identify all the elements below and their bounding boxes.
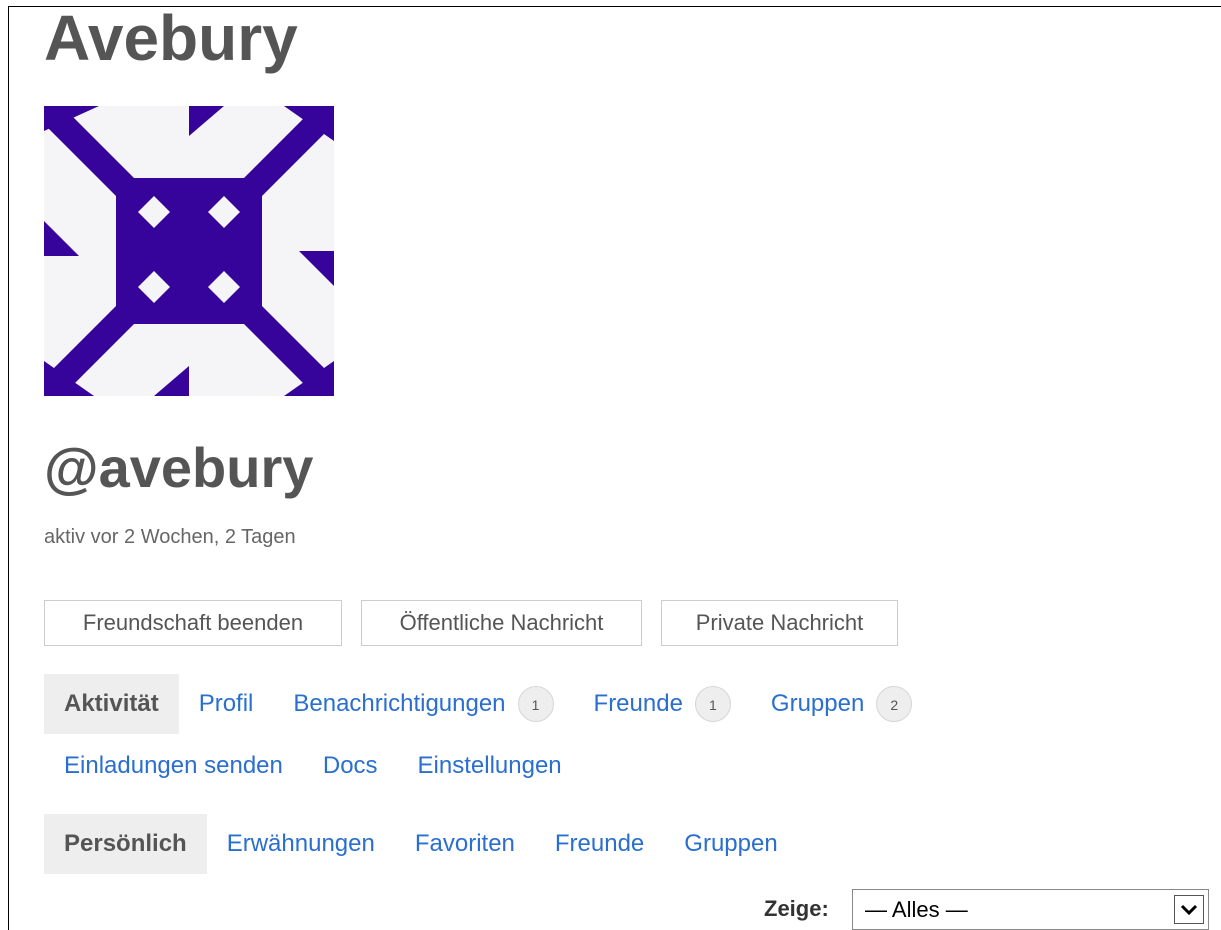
- nav-tab-notifications[interactable]: Benachrichtigungen 1: [273, 674, 573, 734]
- nav-tab-label: Docs: [322, 752, 378, 779]
- nav-tab-settings[interactable]: Einstellungen: [398, 736, 582, 796]
- private-message-button[interactable]: Private Nachricht: [661, 600, 898, 646]
- subnav-tab-personal[interactable]: Persönlich: [44, 814, 207, 874]
- nav-tab-groups[interactable]: Gruppen 2: [751, 674, 932, 734]
- page-frame-left-border: [8, 6, 9, 930]
- nav-tab-profile[interactable]: Profil: [179, 674, 274, 734]
- activity-subnav: Persönlich Erwähnungen Favoriten Freunde…: [44, 814, 798, 874]
- profile-username: @avebury: [44, 436, 314, 499]
- nav-tab-label: Einladungen senden: [64, 752, 283, 779]
- profile-nav-row-1: Aktivität Profil Benachrichtigungen 1 Fr…: [44, 674, 932, 734]
- activity-filter-value: — Alles —: [865, 897, 968, 922]
- subnav-tab-favorites[interactable]: Favoriten: [395, 814, 535, 874]
- subnav-tab-label: Persönlich: [64, 830, 187, 857]
- subnav-tab-label: Favoriten: [414, 830, 515, 857]
- subnav-tab-label: Freunde: [554, 830, 645, 857]
- unfriend-button[interactable]: Freundschaft beenden: [44, 600, 342, 646]
- friends-count-badge: 1: [694, 686, 731, 722]
- nav-tab-send-invites[interactable]: Einladungen senden: [44, 736, 303, 796]
- user-avatar[interactable]: [44, 106, 334, 396]
- nav-tab-docs[interactable]: Docs: [303, 736, 398, 796]
- nav-tab-label: Benachrichtigungen: [293, 690, 506, 717]
- nav-tab-label: Gruppen: [770, 690, 865, 717]
- nav-tab-label: Aktivität: [64, 690, 159, 717]
- nav-tab-activity[interactable]: Aktivität: [44, 674, 179, 734]
- subnav-tab-label: Gruppen: [684, 830, 778, 857]
- last-active-text: aktiv vor 2 Wochen, 2 Tagen: [44, 526, 296, 548]
- nav-tab-friends[interactable]: Freunde 1: [574, 674, 751, 734]
- nav-tab-label: Einstellungen: [417, 752, 562, 779]
- groups-count-badge: 2: [876, 686, 913, 722]
- subnav-tab-mentions[interactable]: Erwähnungen: [207, 814, 395, 874]
- chevron-down-icon[interactable]: [1174, 895, 1204, 924]
- activity-filter-label: Zeige:: [764, 896, 829, 921]
- subnav-tab-groups[interactable]: Gruppen: [664, 814, 797, 874]
- subnav-tab-friends[interactable]: Freunde: [535, 814, 664, 874]
- profile-nav-row-2: Einladungen senden Docs Einstellungen: [44, 736, 582, 796]
- notifications-count-badge: 1: [517, 686, 554, 722]
- activity-filter-select[interactable]: — Alles —: [852, 889, 1209, 930]
- nav-tab-label: Freunde: [593, 690, 683, 717]
- public-message-button[interactable]: Öffentliche Nachricht: [361, 600, 642, 646]
- nav-tab-label: Profil: [198, 690, 254, 717]
- site-title: Avebury: [44, 2, 298, 74]
- subnav-tab-label: Erwähnungen: [226, 830, 375, 857]
